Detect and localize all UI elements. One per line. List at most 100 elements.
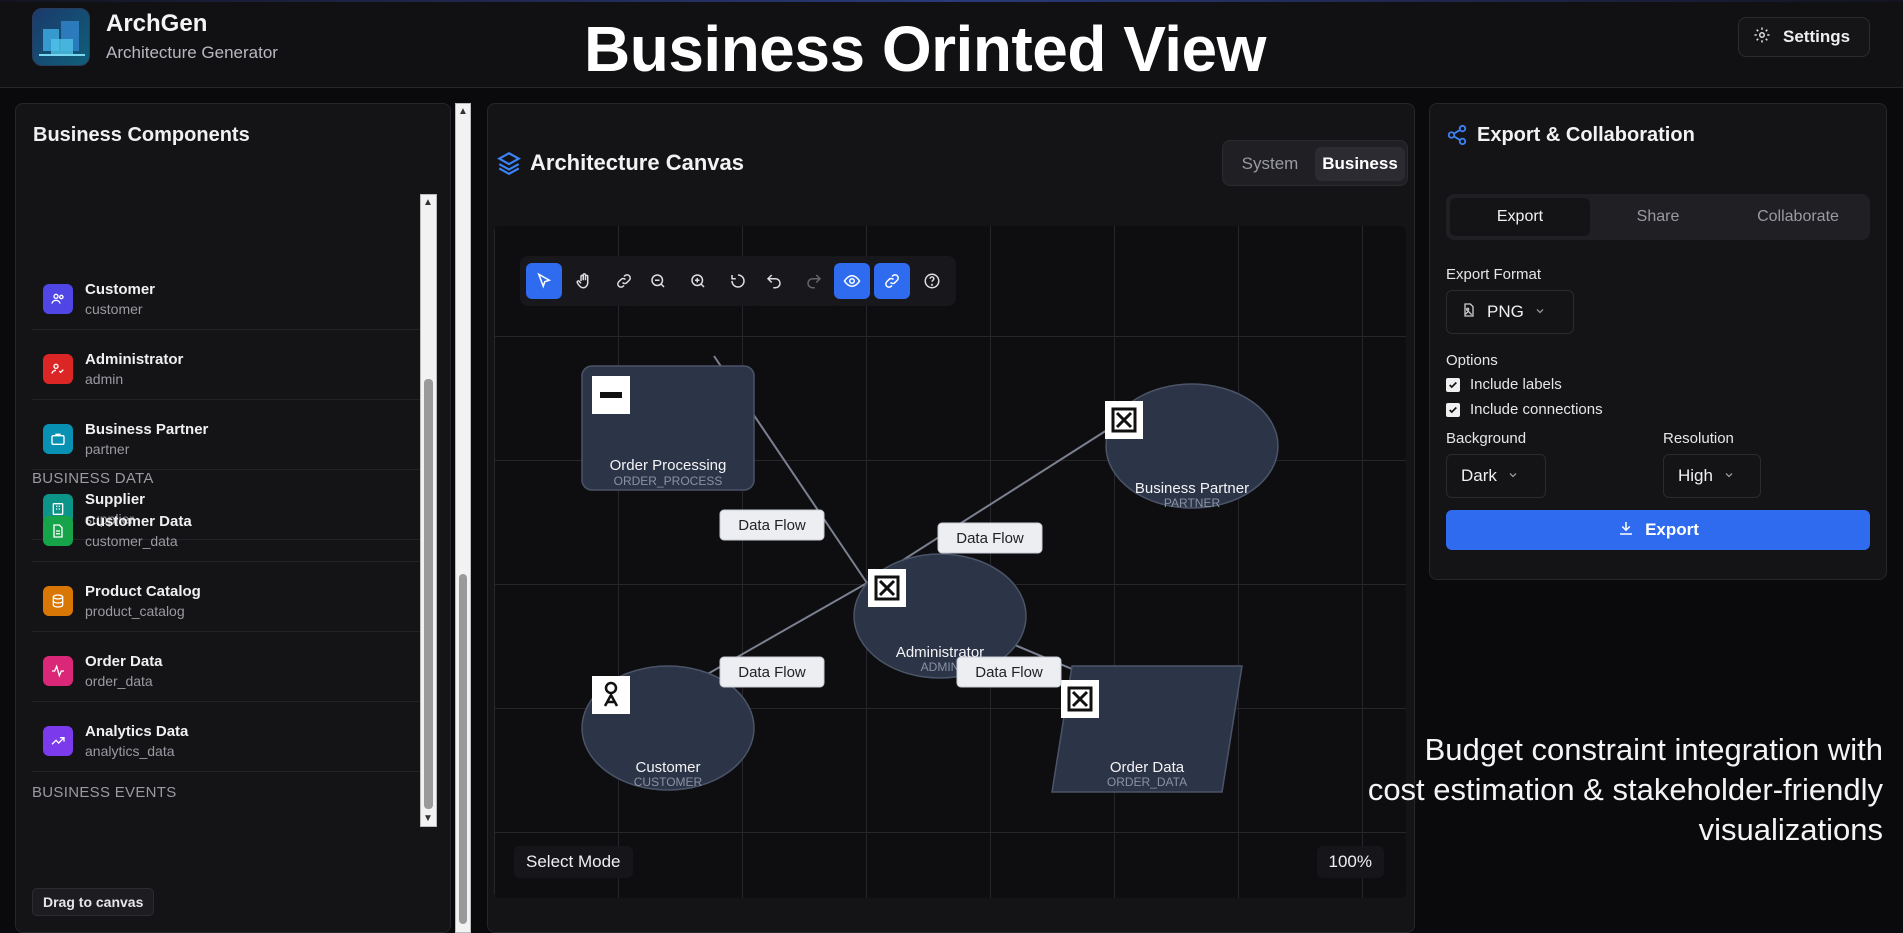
edge-label-text: Data Flow	[738, 664, 806, 681]
tab-collaborate[interactable]: Collaborate	[1728, 198, 1868, 236]
component-item-analytics-data[interactable]: Analytics Data analytics_data	[32, 710, 432, 772]
app-subtitle: Architecture Generator	[106, 43, 278, 62]
component-name: Product Catalog	[85, 582, 201, 600]
export-collaboration-panel: Export & Collaboration Export Share Coll…	[1429, 103, 1887, 580]
image-file-icon	[1461, 302, 1477, 323]
canvas-title: Architecture Canvas	[530, 150, 744, 175]
component-name: Customer	[85, 280, 156, 298]
node-order-processing: Order Processing ORDER_PROCESS	[581, 365, 755, 491]
scroll-up-icon[interactable]: ▲	[458, 106, 468, 117]
edge-label-2: Data Flow	[937, 522, 1043, 554]
scrollbar-thumb[interactable]	[459, 574, 467, 924]
option-include-connections[interactable]: Include connections	[1446, 401, 1603, 418]
component-id: partner	[85, 440, 130, 457]
share-icon	[1446, 124, 1468, 151]
gear-icon	[1753, 26, 1771, 49]
component-id: analytics_data	[85, 742, 175, 759]
component-name: Customer Data	[85, 512, 192, 530]
tab-export[interactable]: Export	[1450, 198, 1590, 236]
component-item-customer[interactable]: Customer customer	[32, 268, 432, 330]
trending-up-icon	[43, 725, 73, 756]
options-label: Options	[1446, 352, 1498, 369]
app-logo-icon	[32, 8, 90, 66]
node-label: Order Data	[1110, 759, 1185, 776]
file-icon	[43, 515, 73, 546]
view-option-business[interactable]: Business	[1315, 147, 1405, 181]
component-id: customer	[85, 300, 143, 317]
section-label-business-data: BUSINESS DATA	[32, 470, 154, 487]
export-format-value: PNG	[1487, 302, 1524, 321]
feature-tagline: Budget constraint integration with cost …	[1367, 732, 1883, 847]
edge-label-1: Data Flow	[719, 509, 825, 541]
option-include-labels[interactable]: Include labels	[1446, 376, 1562, 393]
component-name: Analytics Data	[85, 722, 189, 740]
scroll-up-icon[interactable]: ▲	[423, 197, 433, 208]
panel-title: Export & Collaboration	[1477, 124, 1695, 146]
briefcase-icon	[43, 423, 73, 454]
checkbox-checked-icon[interactable]	[1446, 377, 1460, 392]
component-item-product-catalog[interactable]: Product Catalog product_catalog	[32, 570, 432, 632]
node-sub: ORDER_PROCESS	[614, 474, 723, 488]
database-icon	[43, 585, 73, 616]
users-icon	[43, 283, 73, 314]
header-glow	[0, 0, 1903, 2]
settings-label: Settings	[1783, 27, 1851, 46]
export-format-label: Export Format	[1446, 266, 1542, 283]
option-label: Include labels	[1470, 376, 1562, 393]
component-list-scrollbar[interactable]: ▲ ▼	[420, 194, 437, 827]
view-option-system[interactable]: System	[1227, 147, 1313, 181]
tab-share[interactable]: Share	[1588, 198, 1728, 236]
node-label: Business Partner	[1135, 480, 1249, 497]
checkbox-checked-icon[interactable]	[1446, 402, 1460, 417]
edge-label-text: Data Flow	[956, 530, 1024, 547]
component-name: Administrator	[85, 350, 184, 368]
node-order-data: Order Data ORDER_DATA	[1051, 665, 1243, 793]
settings-button[interactable]: Settings	[1738, 17, 1870, 57]
edge-partner-admin	[866, 415, 1130, 584]
architecture-canvas-panel: Architecture Canvas System Business Orde…	[487, 103, 1415, 933]
chevron-down-icon	[1534, 302, 1546, 322]
option-label: Include connections	[1470, 401, 1603, 418]
node-sub: PARTNER	[1164, 496, 1221, 510]
business-components-panel: Business Components Customer customer Ad…	[15, 103, 451, 933]
background-select[interactable]: Dark	[1446, 454, 1546, 498]
page-title: Business Orinted View	[584, 13, 1266, 85]
chevron-down-icon	[1507, 466, 1519, 486]
component-name: Business Partner	[85, 420, 209, 438]
user-check-icon	[43, 353, 73, 384]
component-item-business-partner[interactable]: Business Partner partner	[32, 408, 432, 470]
view-toggle: System Business	[1222, 140, 1408, 186]
export-button[interactable]: Export	[1446, 510, 1870, 550]
component-id: customer_data	[85, 532, 178, 549]
component-id: order_data	[85, 672, 153, 689]
background-label: Background	[1446, 430, 1527, 447]
node-label: Order Processing	[610, 457, 727, 474]
edge-label-3: Data Flow	[719, 656, 825, 688]
node-sub: ADMIN	[921, 660, 960, 674]
export-format-select[interactable]: PNG	[1446, 290, 1574, 334]
node-business-partner: Business Partner PARTNER	[1105, 383, 1279, 510]
scrollbar-thumb[interactable]	[424, 379, 433, 809]
download-icon	[1617, 519, 1635, 542]
chevron-down-icon	[1723, 466, 1735, 486]
sidebar-scrollbar[interactable]: ▲	[455, 103, 471, 933]
layers-icon	[496, 150, 522, 181]
component-item-customer-data[interactable]: Customer Data customer_data	[32, 500, 432, 562]
app-name: ArchGen	[106, 10, 208, 37]
export-tabs: Export Share Collaborate	[1446, 194, 1870, 240]
diagram-canvas[interactable]: Order Processing ORDER_PROCESS Business …	[494, 226, 1406, 898]
resolution-select[interactable]: High	[1663, 454, 1761, 498]
node-sub: CUSTOMER	[634, 775, 703, 789]
component-name: Order Data	[85, 652, 163, 670]
node-sub: ORDER_DATA	[1107, 775, 1187, 789]
scroll-down-icon[interactable]: ▼	[423, 813, 433, 824]
edge-label-text: Data Flow	[975, 664, 1043, 681]
component-id: admin	[85, 370, 124, 387]
resolution-label: Resolution	[1663, 430, 1734, 447]
component-item-administrator[interactable]: Administrator admin	[32, 338, 432, 400]
component-item-order-data[interactable]: Order Data order_data	[32, 640, 432, 702]
drag-hint: Drag to canvas	[32, 888, 155, 916]
edge-label-4: Data Flow	[956, 656, 1062, 688]
activity-icon	[43, 655, 73, 686]
background-value: Dark	[1461, 466, 1497, 485]
